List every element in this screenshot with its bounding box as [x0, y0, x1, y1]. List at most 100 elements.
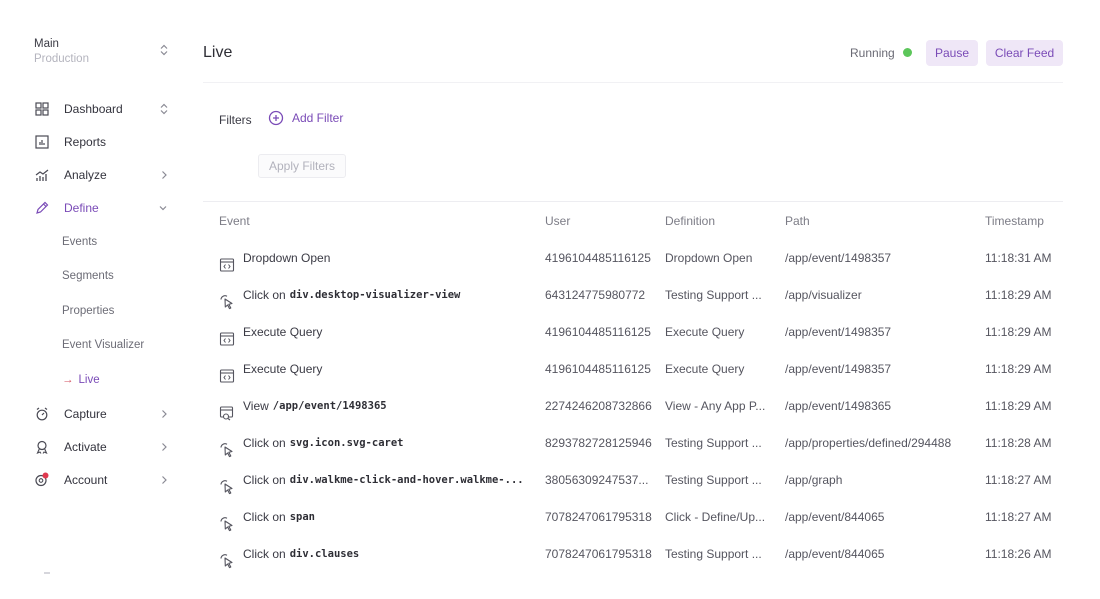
chevron-right-icon[interactable]	[160, 169, 168, 181]
chevron-right-icon[interactable]	[160, 474, 168, 486]
plus-circle-icon	[268, 110, 284, 126]
user-cell: 4196104485116125	[545, 362, 651, 376]
nav-label: Reports	[64, 135, 107, 149]
apply-filters-button[interactable]: Apply Filters	[258, 154, 346, 178]
add-filter-button[interactable]: Add Filter	[268, 110, 343, 126]
event-text: Click on	[243, 510, 286, 524]
environment-switcher[interactable]: Main Production	[34, 38, 174, 65]
sidebar: Main Production Dashboard Reports Analyz…	[0, 0, 188, 599]
pointer-click-icon	[219, 510, 235, 531]
definition-cell: Execute Query	[665, 362, 745, 376]
definition-cell: Execute Query	[665, 325, 745, 339]
sub-item-events[interactable]: Events	[62, 236, 97, 248]
column-header-path: Path	[785, 214, 810, 228]
account-gear-icon	[34, 472, 50, 488]
clear-feed-button[interactable]: Clear Feed	[986, 40, 1063, 66]
definition-cell: Dropdown Open	[665, 251, 753, 265]
chevron-up-down-icon[interactable]	[160, 44, 168, 56]
nav-item-reports[interactable]: Reports	[34, 131, 174, 153]
activate-icon	[34, 439, 50, 455]
table-row[interactable]: Click on div.walkme-click-and-hover.walkm…	[203, 462, 1063, 499]
path-cell: /app/properties/defined/294488	[785, 436, 952, 450]
timestamp-cell: 11:18:27 AM	[985, 510, 1052, 524]
sub-item-label: Live	[78, 374, 100, 386]
status-indicator-dot	[903, 48, 912, 57]
user-cell: 4196104485116125	[545, 251, 651, 265]
event-text: Execute Query	[243, 325, 323, 339]
nav-label: Dashboard	[64, 102, 123, 116]
event-text: View	[243, 399, 269, 413]
sub-item-segments[interactable]: Segments	[62, 270, 114, 282]
user-cell: 7078247061795318	[545, 510, 652, 524]
table-row[interactable]: Click on div.desktop-visualizer-view 64312…	[203, 277, 1063, 314]
chevron-up-down-icon[interactable]	[160, 103, 168, 115]
window-code-icon	[219, 251, 235, 272]
event-selector-code: span	[289, 511, 315, 523]
user-cell: 2274246208732866	[545, 399, 652, 413]
timestamp-cell: 11:18:26 AM	[985, 547, 1052, 561]
timestamp-cell: 11:18:27 AM	[985, 473, 1052, 487]
nav-item-activate[interactable]: Activate	[34, 436, 174, 458]
definition-cell: View - Any App P...	[665, 399, 766, 413]
path-cell: /app/event/1498365	[785, 399, 892, 413]
path-cell: /app/event/1498357	[785, 325, 892, 339]
table-row[interactable]: Execute Query 4196104485116125 Execute Que…	[203, 314, 1063, 351]
event-cell: View/app/event/1498365	[219, 388, 539, 425]
path-cell: /app/event/1498357	[785, 251, 892, 265]
user-cell: 643124775980772	[545, 288, 646, 302]
table-row[interactable]: Click on div.clauses 7078247061795318 Testi…	[203, 536, 1063, 573]
table-row[interactable]: Dropdown Open 4196104485116125 Dropdown Op…	[203, 240, 1063, 277]
timestamp-cell: 11:18:29 AM	[985, 362, 1052, 376]
user-cell: 7078247061795318	[545, 547, 652, 561]
status-text: Running	[850, 46, 895, 60]
window-code-icon	[219, 325, 235, 346]
event-text: Click on	[243, 288, 286, 302]
event-text: Click on	[243, 436, 286, 450]
nav-label: Analyze	[64, 168, 107, 182]
table-row[interactable]: View/app/event/1498365 2274246208732866 Vi…	[203, 388, 1063, 425]
definition-cell: Testing Support ...	[665, 473, 762, 487]
nav-item-define[interactable]: Define	[34, 197, 174, 219]
nav-item-account[interactable]: Account	[34, 469, 174, 491]
nav-item-dashboard[interactable]: Dashboard	[34, 98, 174, 120]
analyze-icon	[34, 167, 50, 183]
table-row[interactable]: Execute Query 4196104485116125 Execute Que…	[203, 351, 1063, 388]
environment-name: Main	[34, 38, 59, 50]
event-text: Click on	[243, 473, 286, 487]
chevron-right-icon[interactable]	[160, 441, 168, 453]
event-selector-code: div.clauses	[289, 548, 360, 560]
event-cell: Click on span	[219, 499, 539, 536]
user-cell: 4196104485116125	[545, 325, 651, 339]
column-header-user: User	[545, 214, 571, 228]
sub-item-properties[interactable]: Properties	[62, 305, 114, 317]
nav-label: Activate	[64, 440, 107, 454]
window-code-icon	[219, 362, 235, 383]
definition-cell: Testing Support ...	[665, 436, 762, 450]
nav-item-analyze[interactable]: Analyze	[34, 164, 174, 186]
add-filter-label: Add Filter	[292, 111, 344, 125]
event-selector-code: div.walkme-click-and-hover.walkme-...	[289, 474, 524, 486]
filters-divider	[203, 201, 1063, 202]
chevron-down-icon[interactable]	[158, 202, 168, 214]
chevron-right-icon[interactable]	[160, 408, 168, 420]
column-header-timestamp: Timestamp	[985, 214, 1044, 228]
path-cell: /app/event/1498357	[785, 362, 892, 376]
event-cell: Click on div.walkme-click-and-hover.walkm…	[219, 462, 539, 499]
nav-label: Define	[64, 201, 99, 215]
nav-item-capture[interactable]: Capture	[34, 403, 174, 425]
event-text: Execute Query	[243, 362, 323, 376]
table-row[interactable]: Click on span 7078247061795318 Click - Defi…	[203, 499, 1063, 536]
definition-cell: Testing Support ...	[665, 288, 762, 302]
sub-item-event-visualizer[interactable]: Event Visualizer	[62, 339, 144, 351]
path-cell: /app/graph	[785, 473, 843, 487]
timestamp-cell: 11:18:29 AM	[985, 288, 1052, 302]
user-cell: 8293782728125946	[545, 436, 652, 450]
pause-button[interactable]: Pause	[926, 40, 978, 66]
timestamp-cell: 11:18:29 AM	[985, 325, 1052, 339]
definition-cell: Testing Support ...	[665, 547, 762, 561]
event-text: Click on	[243, 547, 286, 561]
path-cell: /app/event/844065	[785, 547, 885, 561]
table-row[interactable]: Click on svg.icon.svg-caret 82937827281259…	[203, 425, 1063, 462]
arrow-right-icon: →	[62, 374, 74, 386]
sub-item-live[interactable]: → Live	[62, 374, 100, 386]
